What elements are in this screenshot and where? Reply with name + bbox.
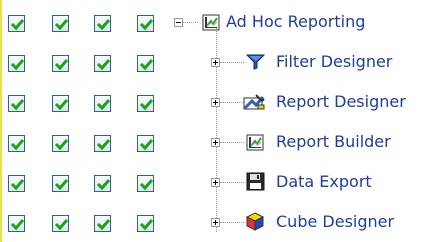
permission-checkbox[interactable] (52, 95, 69, 112)
tree-node-label[interactable]: Report Builder (276, 133, 391, 151)
permission-checkbox[interactable] (137, 175, 154, 192)
tree-row-child: Cube Designer (0, 203, 434, 241)
permission-checkbox[interactable] (137, 215, 154, 232)
permission-checkbox[interactable] (137, 15, 154, 32)
permission-checkbox[interactable] (8, 15, 25, 32)
permission-checkbox[interactable] (94, 55, 111, 72)
tree-connector-line (183, 22, 198, 23)
permission-checkbox[interactable] (137, 135, 154, 152)
permission-checkbox[interactable] (8, 135, 25, 152)
permission-checkbox[interactable] (94, 15, 111, 32)
tree-row-child: Filter Designer (0, 43, 434, 81)
permission-checkbox[interactable] (94, 215, 111, 232)
expand-toggle-icon[interactable] (211, 178, 220, 187)
funnel-icon (245, 51, 266, 72)
permission-checkbox[interactable] (137, 55, 154, 72)
permission-checkbox[interactable] (8, 215, 25, 232)
permission-checkbox[interactable] (52, 135, 69, 152)
report-designer-icon (242, 91, 265, 112)
expand-toggle-icon[interactable] (211, 218, 220, 227)
tree-row-child: Data Export (0, 163, 434, 201)
tree-node-label[interactable]: Data Export (276, 173, 372, 191)
permission-checkbox[interactable] (52, 175, 69, 192)
cube-icon (245, 211, 266, 232)
expand-toggle-icon[interactable] (211, 138, 220, 147)
floppy-disk-icon (245, 171, 266, 192)
tree-connector-line (220, 142, 244, 143)
permission-checkbox[interactable] (8, 95, 25, 112)
tree-node-label[interactable]: Report Designer (276, 93, 406, 111)
tree-node-label[interactable]: Filter Designer (276, 53, 392, 71)
tree-connector-line (220, 62, 244, 63)
permissions-tree: Ad Hoc Reporting Filter Designer Report … (0, 0, 434, 242)
permission-checkbox[interactable] (52, 55, 69, 72)
tree-row-child: Report Builder (0, 123, 434, 161)
tree-connector-line (220, 102, 244, 103)
permission-checkbox[interactable] (137, 95, 154, 112)
tree-connector-line (220, 222, 244, 223)
permission-checkbox[interactable] (94, 95, 111, 112)
tree-node-label[interactable]: Cube Designer (276, 213, 394, 231)
tree-row-root: Ad Hoc Reporting (0, 3, 434, 41)
permission-checkbox[interactable] (52, 15, 69, 32)
expand-toggle-icon[interactable] (211, 58, 220, 67)
permission-checkbox[interactable] (8, 55, 25, 72)
report-chart-icon (201, 11, 222, 32)
expand-toggle-icon[interactable] (211, 98, 220, 107)
tree-row-child: Report Designer (0, 83, 434, 121)
permission-checkbox[interactable] (94, 175, 111, 192)
permission-checkbox[interactable] (94, 135, 111, 152)
permission-checkbox[interactable] (52, 215, 69, 232)
permission-checkbox[interactable] (8, 175, 25, 192)
tree-node-label[interactable]: Ad Hoc Reporting (226, 13, 365, 31)
tree-connector-line (220, 182, 244, 183)
collapse-toggle-icon[interactable] (174, 18, 183, 27)
report-builder-icon (245, 131, 266, 152)
